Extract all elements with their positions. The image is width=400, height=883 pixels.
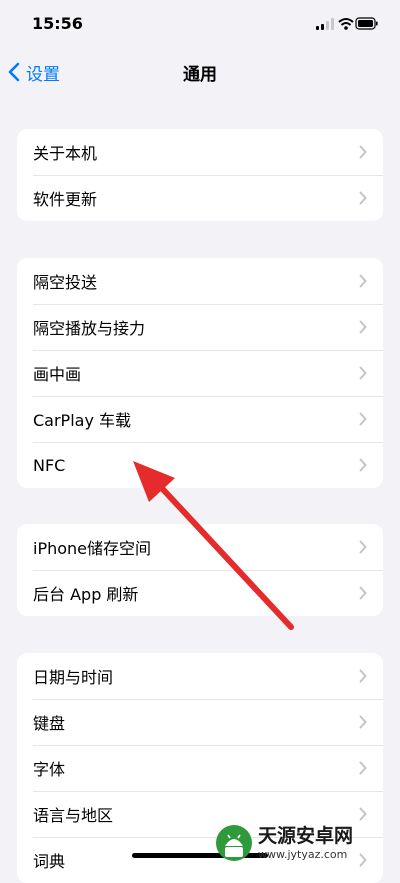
nav-bar: 设置 通用 <box>0 50 400 94</box>
status-time: 15:56 <box>32 14 83 33</box>
chevron-right-icon <box>359 807 367 821</box>
settings-group-storage: iPhone储存空间 后台 App 刷新 <box>17 524 383 616</box>
row-label: 关于本机 <box>33 144 98 163</box>
chevron-right-icon <box>359 412 367 426</box>
row-carplay[interactable]: CarPlay 车载 <box>17 396 383 442</box>
chevron-right-icon <box>359 761 367 775</box>
watermark-url: www.jytyaz.com <box>258 847 348 861</box>
chevron-right-icon <box>359 669 367 683</box>
row-picture-in-picture[interactable]: 画中画 <box>17 350 383 396</box>
row-nfc[interactable]: NFC <box>17 442 383 488</box>
battery-icon <box>355 17 378 30</box>
row-label: 隔空播放与接力 <box>33 319 146 338</box>
status-bar: 15:56 <box>0 0 400 50</box>
chevron-right-icon <box>359 320 367 334</box>
row-airdrop[interactable]: 隔空投送 <box>17 258 383 304</box>
row-iphone-storage[interactable]: iPhone储存空间 <box>17 524 383 570</box>
row-label: 软件更新 <box>33 190 98 209</box>
row-keyboard[interactable]: 键盘 <box>17 699 383 745</box>
row-label: 键盘 <box>33 714 66 733</box>
watermark-name: 天源安卓网 <box>258 824 354 847</box>
row-label: iPhone储存空间 <box>33 539 152 558</box>
row-label: 画中画 <box>33 365 82 384</box>
row-label: CarPlay 车载 <box>33 411 132 430</box>
chevron-right-icon <box>359 145 367 159</box>
chevron-right-icon <box>359 458 367 472</box>
chevron-right-icon <box>359 715 367 729</box>
status-icons <box>316 16 378 35</box>
row-fonts[interactable]: 字体 <box>17 745 383 791</box>
row-label: 日期与时间 <box>33 668 114 687</box>
android-logo-icon <box>216 825 252 861</box>
chevron-right-icon <box>359 540 367 554</box>
page-title: 通用 <box>183 65 217 85</box>
settings-group-connectivity: 隔空投送 隔空播放与接力 画中画 CarPlay 车载 NFC <box>17 258 383 488</box>
row-software-update[interactable]: 软件更新 <box>17 175 383 221</box>
row-about[interactable]: 关于本机 <box>17 129 383 175</box>
wifi-icon <box>338 18 354 30</box>
row-airplay-handoff[interactable]: 隔空播放与接力 <box>17 304 383 350</box>
row-label: 语言与地区 <box>33 806 114 825</box>
row-label: 字体 <box>33 760 66 779</box>
row-label: 隔空投送 <box>33 273 98 292</box>
settings-group-about: 关于本机 软件更新 <box>17 129 383 221</box>
chevron-right-icon <box>359 366 367 380</box>
row-label: 后台 App 刷新 <box>33 585 139 604</box>
cellular-signal-icon <box>316 18 334 30</box>
row-label: 词典 <box>33 852 66 871</box>
row-date-time[interactable]: 日期与时间 <box>17 653 383 699</box>
chevron-right-icon <box>359 274 367 288</box>
row-background-app-refresh[interactable]: 后台 App 刷新 <box>17 570 383 616</box>
row-label: NFC <box>33 455 66 475</box>
watermark: 天源安卓网 www.jytyaz.com <box>214 820 394 866</box>
watermark-text: 天源安卓网 www.jytyaz.com <box>258 824 354 861</box>
chevron-right-icon <box>359 586 367 600</box>
chevron-right-icon <box>359 191 367 205</box>
